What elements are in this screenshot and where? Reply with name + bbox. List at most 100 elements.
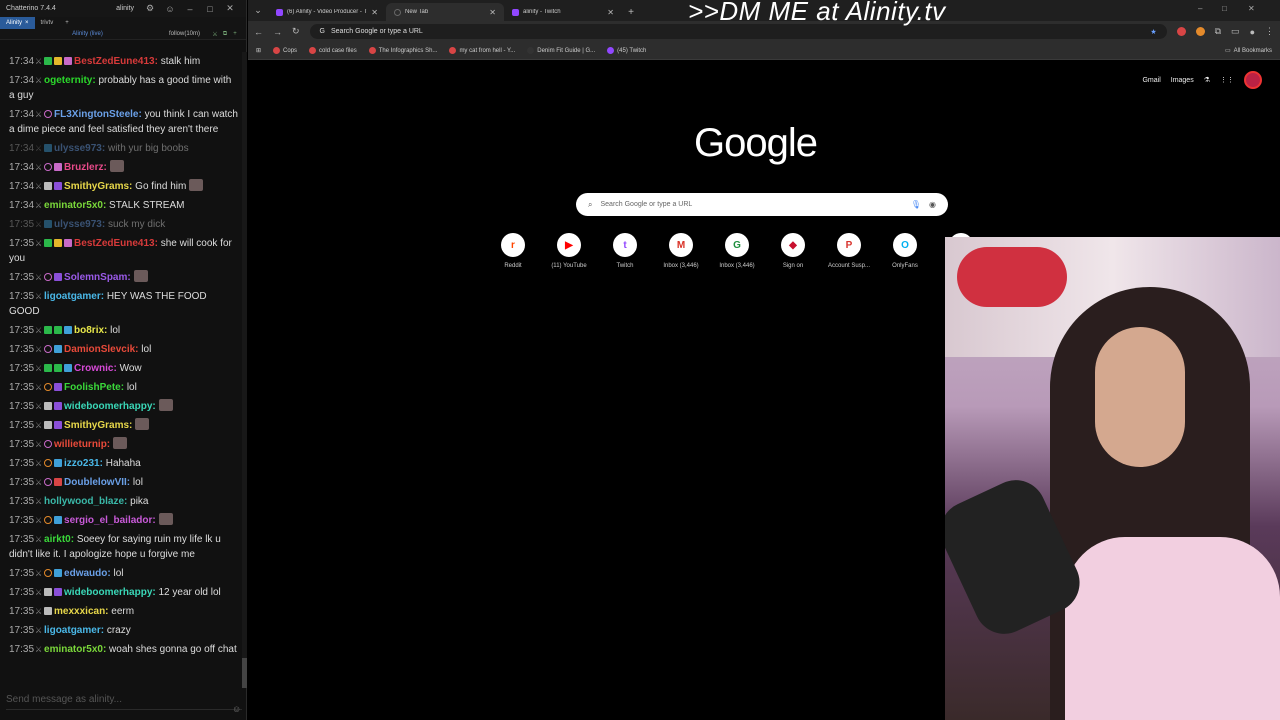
emote-image[interactable] [158, 399, 173, 411]
extension-icon[interactable] [1195, 27, 1205, 36]
mod-action-icon[interactable]: ⚔ [35, 585, 42, 600]
labs-flask-icon[interactable]: ⚗ [1204, 76, 1210, 84]
popout-icon[interactable]: ⧉ [220, 31, 230, 38]
follow-mode-label[interactable]: follow(10m) [169, 31, 200, 37]
message-username[interactable]: ogeternity: [44, 75, 96, 86]
message-username[interactable]: ligoatgamer: [44, 291, 104, 302]
badge-icon[interactable] [44, 383, 53, 391]
badge-icon[interactable] [44, 144, 53, 152]
message-username[interactable]: BestZedEune413: [74, 238, 158, 249]
microphone-icon[interactable]: 🎙 [911, 200, 921, 209]
close-icon[interactable]: ✕ [220, 3, 240, 14]
message-username[interactable]: ulysse973: [54, 143, 105, 154]
chat-tab-alinity[interactable]: Alinity × [0, 17, 35, 29]
extensions-puzzle-icon[interactable]: ⧉ [1215, 26, 1221, 37]
message-username[interactable]: BestZedEune413: [74, 56, 158, 67]
badge-icon[interactable] [44, 163, 53, 171]
mod-action-icon[interactable]: ⚔ [35, 399, 42, 414]
emote-image[interactable] [109, 160, 124, 172]
minimize-icon[interactable]: – [1198, 4, 1202, 13]
chat-input[interactable]: Send message as alinity... [6, 694, 242, 710]
mod-action-icon[interactable]: ⚔ [35, 532, 42, 547]
badge-icon[interactable] [44, 569, 53, 577]
forward-icon[interactable]: → [273, 27, 282, 37]
badge-icon[interactable] [44, 440, 53, 448]
bookmark-item[interactable]: The Infographics Sh... [368, 47, 437, 54]
badge-icon[interactable] [44, 459, 53, 467]
badge-icon[interactable] [44, 421, 53, 429]
reload-icon[interactable]: ↻ [292, 26, 300, 37]
shortcut-tile[interactable]: r Reddit [496, 233, 530, 269]
message-username[interactable]: Bruzlerz: [64, 162, 107, 173]
chat-scrollbar[interactable] [242, 52, 247, 688]
mod-action-icon[interactable]: ⚔ [35, 418, 42, 433]
chat-tab-trivtv[interactable]: trivtv [35, 17, 60, 29]
mod-action-icon[interactable]: ⚔ [35, 198, 42, 213]
bookmark-star-icon[interactable]: ★ [1150, 28, 1156, 36]
apps-grid-icon[interactable]: ⋮⋮ [1220, 76, 1234, 84]
badge-icon[interactable] [54, 516, 63, 524]
add-split-icon[interactable]: + [230, 31, 240, 37]
message-username[interactable]: izzo231: [64, 458, 103, 469]
bookmark-item[interactable]: Cops [273, 47, 297, 54]
badge-icon[interactable] [64, 364, 73, 372]
mod-action-icon[interactable]: ⚔ [35, 513, 42, 528]
badge-icon[interactable] [44, 110, 53, 118]
back-icon[interactable]: ← [254, 27, 263, 37]
shortcut-tile[interactable]: P Account Susp... [828, 233, 870, 269]
avatar[interactable] [1244, 71, 1262, 89]
message-username[interactable]: eminator5x0: [44, 200, 106, 211]
add-tab-icon[interactable]: + [59, 17, 75, 29]
browser-tab-twitch[interactable]: alinity - Twitch ✕ [504, 3, 622, 21]
badge-icon[interactable] [44, 220, 53, 228]
mod-action-icon[interactable]: ⚔ [35, 107, 42, 122]
badge-icon[interactable] [54, 182, 63, 190]
gmail-link[interactable]: Gmail [1142, 77, 1160, 84]
mod-action-icon[interactable]: ⚔ [35, 217, 42, 232]
bookmark-item[interactable]: cold case files [309, 47, 357, 54]
badge-icon[interactable] [44, 402, 53, 410]
mod-action-icon[interactable]: ⚔ [35, 323, 42, 338]
new-tab-button[interactable]: + [622, 3, 640, 21]
badge-icon[interactable] [54, 588, 63, 596]
extension-icon[interactable] [1176, 27, 1186, 36]
message-username[interactable]: DoublelowVII: [64, 477, 130, 488]
shortcut-tile[interactable]: O OnlyFans [888, 233, 922, 269]
badge-icon[interactable] [54, 239, 63, 247]
sidebar-icon[interactable]: ▭ [1231, 26, 1240, 37]
tab-search-icon[interactable]: ⌄ [248, 0, 268, 21]
close-tab-icon[interactable]: ✕ [607, 8, 614, 17]
badge-icon[interactable] [54, 326, 63, 334]
search-input[interactable]: ⌕ Search Google or type a URL 🎙 ◉ [576, 193, 948, 216]
shortcut-tile[interactable]: ◆ Sign on [776, 233, 810, 269]
minimize-icon[interactable]: – [180, 4, 200, 14]
message-username[interactable]: SmithyGrams: [64, 181, 132, 192]
badge-icon[interactable] [64, 239, 73, 247]
message-username[interactable]: airkt0: [44, 534, 74, 545]
mod-action-icon[interactable]: ⚔ [35, 54, 42, 69]
message-username[interactable]: FL3XingtonSteele: [54, 109, 142, 120]
emote-image[interactable] [158, 513, 173, 525]
badge-icon[interactable] [54, 569, 63, 577]
mod-action-icon[interactable]: ⚔ [35, 642, 42, 657]
message-username[interactable]: willieturnip: [54, 439, 110, 450]
message-username[interactable]: ligoatgamer: [44, 625, 104, 636]
scrollbar-thumb[interactable] [242, 658, 247, 688]
badge-icon[interactable] [44, 273, 53, 281]
mod-action-icon[interactable]: ⚔ [35, 160, 42, 175]
badge-icon[interactable] [54, 402, 63, 410]
maximize-icon[interactable]: □ [1222, 4, 1227, 13]
message-username[interactable]: SmithyGrams: [64, 420, 132, 431]
settings-icon[interactable]: ⚙ [140, 3, 160, 14]
bookmark-item[interactable]: Denim Fit Guide | G... [527, 47, 595, 54]
shortcut-tile[interactable]: G Inbox (3,446) [719, 233, 755, 269]
shortcut-tile[interactable]: ▶ (11) YouTube [551, 233, 587, 269]
badge-icon[interactable] [44, 516, 53, 524]
badge-icon[interactable] [64, 326, 73, 334]
message-username[interactable]: sergio_el_bailador: [64, 515, 156, 526]
badge-icon[interactable] [54, 383, 63, 391]
badge-icon[interactable] [44, 588, 53, 596]
camera-lens-icon[interactable]: ◉ [929, 200, 936, 209]
mod-action-icon[interactable]: ⚔ [35, 494, 42, 509]
mod-action-icon[interactable]: ⚔ [35, 623, 42, 638]
